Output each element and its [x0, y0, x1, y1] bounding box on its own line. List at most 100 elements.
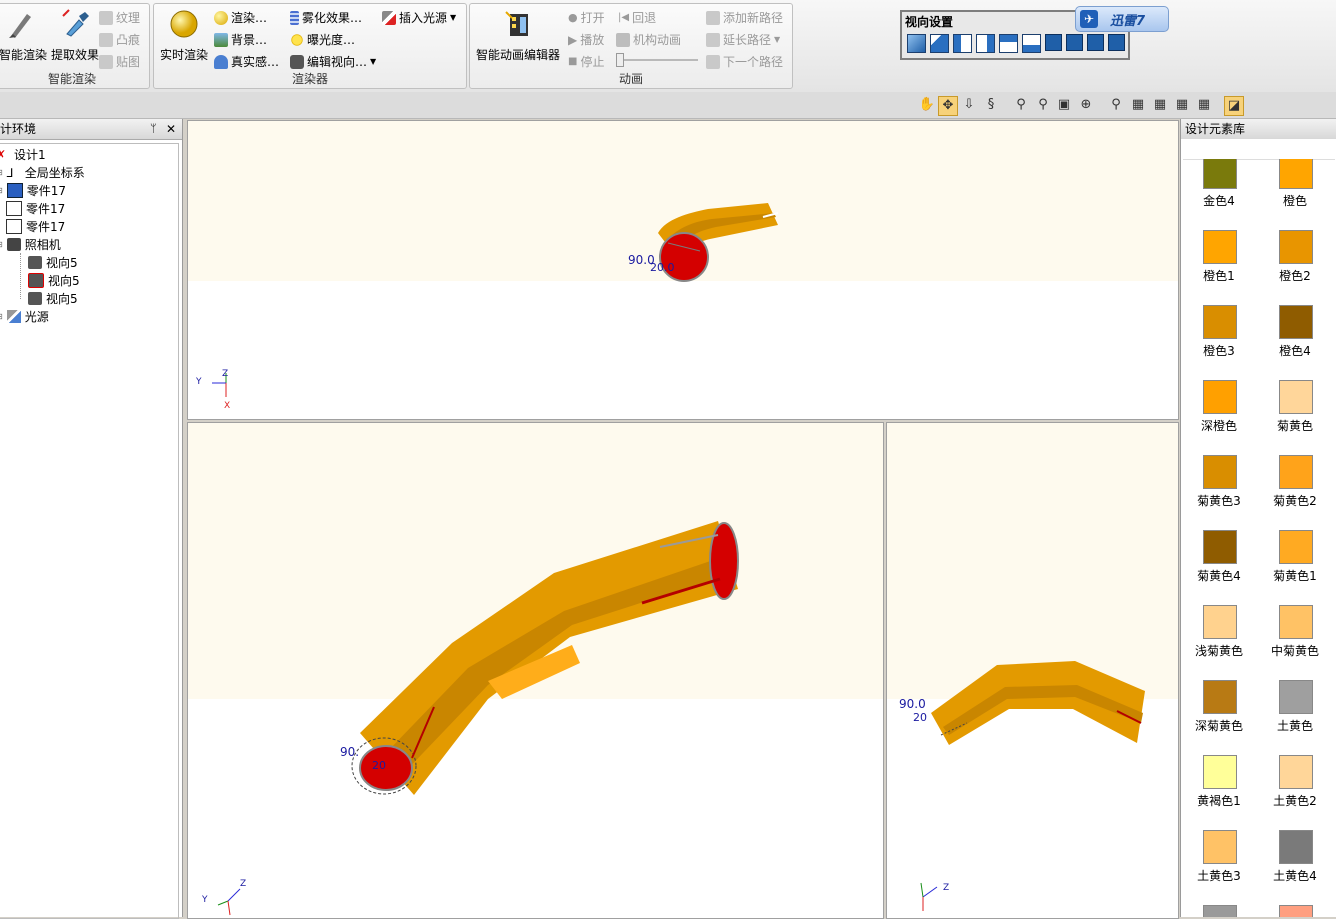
- tree-item-light[interactable]: ⊞ 光源: [0, 307, 49, 325]
- tree-item-part-2[interactable]: 零件17: [6, 199, 65, 217]
- walk-icon[interactable]: ⇩: [960, 96, 978, 114]
- color-swatch[interactable]: [1203, 305, 1237, 339]
- animation-slider[interactable]: [616, 53, 698, 67]
- zoom-icon[interactable]: ⚲: [1012, 96, 1030, 114]
- color-swatch[interactable]: [1279, 755, 1313, 789]
- extend-path-button[interactable]: 延长路径 ▼: [706, 31, 780, 48]
- look-at-icon[interactable]: ⚲: [1107, 96, 1125, 114]
- color-swatch[interactable]: [1279, 830, 1313, 864]
- insert-light-button[interactable]: 插入光源 ▼: [382, 9, 456, 26]
- extract-effect-button[interactable]: 提取效果: [45, 8, 105, 62]
- edit-view-button[interactable]: 编辑视向… ▼: [290, 53, 376, 70]
- expand-icon[interactable]: ⊞: [0, 312, 3, 321]
- color-swatch[interactable]: [1279, 159, 1313, 189]
- render-button[interactable]: 渲染…: [214, 9, 267, 26]
- mechanism-anim-button[interactable]: 机构动画: [616, 31, 681, 48]
- view-front-icon[interactable]: [907, 34, 926, 53]
- xunlei-badge[interactable]: ✈ 迅雷7: [1075, 6, 1169, 32]
- color-swatch[interactable]: [1203, 755, 1237, 789]
- smart-animation-editor-button[interactable]: 智能动画编辑器: [472, 8, 564, 62]
- spin-icon[interactable]: §: [982, 96, 1000, 114]
- color-swatch[interactable]: [1279, 455, 1313, 489]
- color-swatch[interactable]: [1203, 530, 1237, 564]
- realism-button[interactable]: 真实感…: [214, 53, 279, 70]
- zoom-box-icon[interactable]: ▣: [1055, 96, 1073, 114]
- realtime-render-button[interactable]: 实时渲染: [156, 8, 212, 62]
- view-right-icon[interactable]: [976, 34, 995, 53]
- color-swatch[interactable]: [1203, 605, 1237, 639]
- pin-icon[interactable]: ᛘ: [150, 119, 157, 139]
- viewport-bottom-right[interactable]: 90.0 20 Z: [886, 422, 1179, 919]
- pan-hand-icon[interactable]: ✋: [918, 96, 936, 114]
- camera-b-icon[interactable]: ▦: [1151, 96, 1169, 114]
- next-path-button[interactable]: 下一个路径: [706, 53, 783, 70]
- color-swatch[interactable]: [1279, 305, 1313, 339]
- slider-thumb[interactable]: [616, 53, 624, 67]
- tree-label: 照相机: [24, 237, 61, 252]
- tree-item-part-3[interactable]: 零件17: [6, 217, 65, 235]
- mechanism-icon: [616, 32, 630, 47]
- expand-icon[interactable]: ⊞: [0, 186, 3, 195]
- orbit-icon[interactable]: ✥: [938, 96, 958, 116]
- tree-item-camera[interactable]: ⊟ 照相机: [0, 235, 61, 253]
- tree-item-view-1[interactable]: 视向5: [28, 253, 78, 271]
- view-top-icon[interactable]: [999, 34, 1018, 53]
- expand-icon[interactable]: ⊟: [0, 168, 3, 177]
- color-swatch[interactable]: [1279, 605, 1313, 639]
- view-iso3-icon[interactable]: [1087, 34, 1104, 51]
- background-button[interactable]: 背景…: [214, 31, 267, 48]
- camera-d-icon[interactable]: ▦: [1195, 96, 1213, 114]
- color-swatch[interactable]: [1279, 380, 1313, 414]
- library-search-bar[interactable]: [1183, 141, 1335, 160]
- chevron-down-icon[interactable]: ▼: [450, 13, 456, 22]
- stop-button[interactable]: ■ 停止: [568, 53, 604, 70]
- view-left-icon[interactable]: [953, 34, 972, 53]
- pipe-model[interactable]: [887, 423, 1178, 918]
- color-swatch[interactable]: [1203, 159, 1237, 189]
- view-bottom-icon[interactable]: [1022, 34, 1041, 53]
- open-button[interactable]: ● 打开: [568, 9, 605, 26]
- decal-button[interactable]: 贴图: [99, 53, 140, 70]
- view-iso1-icon[interactable]: [1045, 34, 1062, 51]
- fog-button[interactable]: 雾化效果…: [290, 9, 362, 26]
- view-back-icon[interactable]: [930, 34, 949, 53]
- expand-icon[interactable]: ⊟: [0, 240, 3, 249]
- pipe-model[interactable]: [188, 121, 1178, 419]
- texture-button[interactable]: 纹理: [99, 9, 140, 26]
- fit-view-icon[interactable]: ⊕: [1077, 96, 1095, 114]
- color-swatch[interactable]: [1203, 455, 1237, 489]
- color-swatch[interactable]: [1203, 830, 1237, 864]
- back-button[interactable]: |◀ 回退: [618, 9, 656, 26]
- exposure-button[interactable]: 曝光度…: [290, 31, 355, 48]
- viewport-bottom-left[interactable]: 90. 20 Z Y: [187, 422, 884, 919]
- color-swatch[interactable]: [1279, 905, 1313, 917]
- smart-render-button[interactable]: 智能渲染: [0, 8, 47, 62]
- close-icon[interactable]: ✕: [166, 119, 176, 139]
- view-iso2-icon[interactable]: [1066, 34, 1083, 51]
- tree-item-design[interactable]: ✗ 设计1: [0, 145, 46, 163]
- bump-button[interactable]: 凸痕: [99, 31, 140, 48]
- view-iso4-icon[interactable]: [1108, 34, 1125, 51]
- viewport-top[interactable]: 90.0 20.0 Z Y X: [187, 120, 1179, 420]
- play-button[interactable]: ▶ 播放: [568, 31, 604, 48]
- camera-c-icon[interactable]: ▦: [1173, 96, 1191, 114]
- pipe-model[interactable]: [188, 423, 883, 918]
- color-swatch[interactable]: [1203, 230, 1237, 264]
- color-swatch[interactable]: [1279, 530, 1313, 564]
- color-swatch[interactable]: [1279, 680, 1313, 714]
- style-icon[interactable]: ◪: [1224, 96, 1244, 116]
- tree-item-view-2[interactable]: 视向5: [28, 271, 80, 289]
- zoom-in-icon[interactable]: ⚲: [1034, 96, 1052, 114]
- color-swatch[interactable]: [1279, 230, 1313, 264]
- tree-item-global-coords[interactable]: ⊟⅃ 全局坐标系: [0, 163, 85, 181]
- camera-a-icon[interactable]: ▦: [1129, 96, 1147, 114]
- color-swatch[interactable]: [1203, 905, 1237, 917]
- color-swatch[interactable]: [1203, 680, 1237, 714]
- color-swatch[interactable]: [1203, 380, 1237, 414]
- chevron-down-icon[interactable]: ▼: [774, 35, 780, 44]
- tree-item-view-3[interactable]: 视向5: [28, 289, 78, 307]
- add-path-button[interactable]: 添加新路径: [706, 9, 783, 26]
- tree-label: 零件17: [26, 219, 66, 234]
- chevron-down-icon[interactable]: ▼: [370, 57, 376, 66]
- tree-item-part-1[interactable]: ⊞ 零件17: [0, 181, 66, 199]
